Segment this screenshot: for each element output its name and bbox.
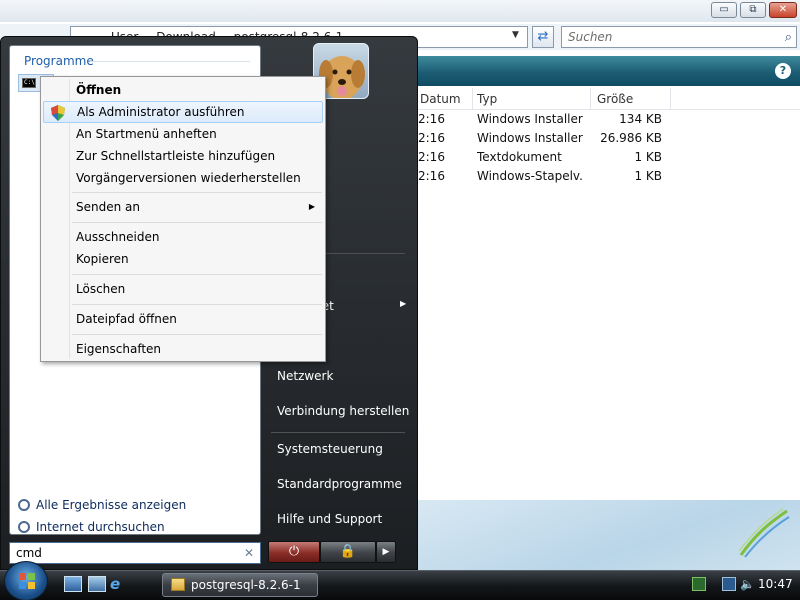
file-row[interactable]: 2:16 Windows-Stapelv... 1 KB bbox=[418, 167, 678, 186]
taskbar-item-label: postgresql-8.2.6-1 bbox=[191, 578, 301, 592]
menu-item-default-programs[interactable]: Standardprogramme bbox=[277, 475, 402, 493]
menu-item-send-to[interactable]: Senden an ▶ bbox=[43, 196, 323, 218]
divider bbox=[72, 192, 322, 193]
file-row[interactable]: 2:16 Windows Installer... 134 KB bbox=[418, 110, 678, 129]
file-row[interactable]: 2:16 Textdokument 1 KB bbox=[418, 148, 678, 167]
menu-item-connect[interactable]: Verbindung herstellen bbox=[277, 402, 409, 420]
explorer-titlebar: ▭ ⧉ ✕ bbox=[0, 0, 800, 22]
clock[interactable]: 10:47 bbox=[758, 577, 793, 591]
file-type: Textdokument bbox=[477, 150, 562, 164]
file-time: 2:16 bbox=[418, 112, 445, 126]
maximize-button[interactable]: ⧉ bbox=[740, 2, 766, 18]
file-list: 2:16 Windows Installer... 134 KB 2:16 Wi… bbox=[418, 110, 678, 186]
file-size: 1 KB bbox=[634, 169, 662, 183]
clear-icon[interactable]: ✕ bbox=[244, 543, 254, 563]
safe-remove-icon[interactable] bbox=[692, 577, 706, 591]
menu-item-open-file-location[interactable]: Dateipfad öffnen bbox=[43, 308, 323, 330]
file-row[interactable]: 2:16 Windows Installer... 26.986 KB bbox=[418, 129, 678, 148]
taskbar-item-postgresql[interactable]: postgresql-8.2.6-1 bbox=[162, 573, 318, 597]
menu-item-pin-start[interactable]: An Startmenü anheften bbox=[43, 123, 323, 145]
menu-item-restore-versions[interactable]: Vorgängerversionen wiederherstellen bbox=[43, 167, 323, 189]
file-type: Windows Installer... bbox=[477, 112, 583, 126]
minimize-button[interactable]: ▭ bbox=[711, 2, 737, 18]
divider bbox=[90, 61, 250, 62]
search-placeholder: Suchen bbox=[568, 30, 613, 44]
file-type: Windows-Stapelv... bbox=[477, 169, 583, 183]
menu-item-network[interactable]: Netzwerk bbox=[277, 367, 333, 385]
menu-item-help[interactable]: Hilfe und Support bbox=[277, 510, 382, 528]
menu-item-properties[interactable]: Eigenschaften bbox=[43, 338, 323, 360]
power-button[interactable]: ⏻ bbox=[268, 541, 320, 563]
file-type: Windows Installer... bbox=[477, 131, 583, 145]
chevron-down-icon[interactable]: ▼ bbox=[512, 30, 519, 40]
context-menu: Öffnen Als Administrator ausführen An St… bbox=[40, 76, 326, 362]
search-internet-link[interactable]: Internet durchsuchen bbox=[18, 518, 165, 536]
column-header-type[interactable]: Typ bbox=[473, 88, 591, 110]
windows-swoosh-icon bbox=[738, 508, 790, 558]
file-size: 134 KB bbox=[619, 112, 662, 126]
divider bbox=[271, 432, 405, 433]
menu-item-add-quicklaunch[interactable]: Zur Schnellstartleiste hinzufügen bbox=[43, 145, 323, 167]
switch-windows-icon[interactable] bbox=[88, 576, 106, 592]
search-icon[interactable]: ⌕ bbox=[785, 28, 792, 48]
start-search-input[interactable]: cmd ✕ bbox=[9, 542, 261, 564]
start-button[interactable] bbox=[4, 561, 48, 600]
divider bbox=[72, 274, 322, 275]
refresh-button[interactable]: ⇄ bbox=[532, 26, 554, 48]
menu-item-run-as-admin[interactable]: Als Administrator ausführen bbox=[43, 101, 323, 123]
shield-icon bbox=[51, 105, 65, 121]
chevron-right-icon: ▶ bbox=[308, 202, 315, 211]
column-header-size[interactable]: Größe bbox=[591, 88, 671, 110]
shutdown-options-button[interactable]: ▶ bbox=[376, 541, 396, 563]
power-bar: ⏻ 🔒 ▶ bbox=[268, 541, 396, 563]
lock-button[interactable]: 🔒 bbox=[320, 541, 376, 563]
column-header-date[interactable]: Datum bbox=[418, 88, 473, 110]
programs-header: Programme bbox=[24, 54, 94, 68]
command-prompt-icon: C:\ bbox=[22, 78, 36, 88]
search-icon bbox=[18, 521, 30, 533]
menu-item-label: Senden an bbox=[76, 200, 140, 214]
internet-explorer-icon[interactable]: e bbox=[110, 576, 128, 592]
chevron-right-icon: ▶ bbox=[400, 299, 407, 308]
file-size: 1 KB bbox=[634, 150, 662, 164]
divider bbox=[72, 304, 322, 305]
menu-item-copy[interactable]: Kopieren bbox=[43, 248, 323, 270]
menu-item-control-panel[interactable]: Systemsteuerung bbox=[277, 440, 383, 458]
menu-item-cut[interactable]: Ausschneiden bbox=[43, 226, 323, 248]
menu-item-label: Als Administrator ausführen bbox=[77, 105, 245, 119]
column-headers: Datum Typ Größe bbox=[418, 88, 800, 110]
network-icon[interactable] bbox=[722, 577, 736, 591]
menu-item-open[interactable]: Öffnen bbox=[43, 79, 323, 101]
show-all-results-link[interactable]: Alle Ergebnisse anzeigen bbox=[18, 496, 186, 514]
file-time: 2:16 bbox=[418, 131, 445, 145]
file-time: 2:16 bbox=[418, 169, 445, 183]
menu-item-delete[interactable]: Löschen bbox=[43, 278, 323, 300]
folder-icon bbox=[171, 578, 185, 591]
file-time: 2:16 bbox=[418, 150, 445, 164]
volume-icon[interactable]: 🔈 bbox=[740, 577, 755, 591]
close-button[interactable]: ✕ bbox=[769, 2, 797, 18]
show-all-results-label: Alle Ergebnisse anzeigen bbox=[36, 498, 187, 512]
divider bbox=[72, 334, 322, 335]
start-search-value: cmd bbox=[16, 546, 42, 560]
windows-logo-icon bbox=[19, 573, 35, 589]
search-input[interactable]: Suchen ⌕ bbox=[561, 26, 797, 48]
help-icon[interactable]: ? bbox=[775, 63, 791, 79]
search-icon bbox=[18, 499, 30, 511]
search-internet-label: Internet durchsuchen bbox=[36, 520, 165, 534]
show-desktop-icon[interactable] bbox=[64, 576, 82, 592]
file-size: 26.986 KB bbox=[600, 131, 662, 145]
divider bbox=[72, 222, 322, 223]
